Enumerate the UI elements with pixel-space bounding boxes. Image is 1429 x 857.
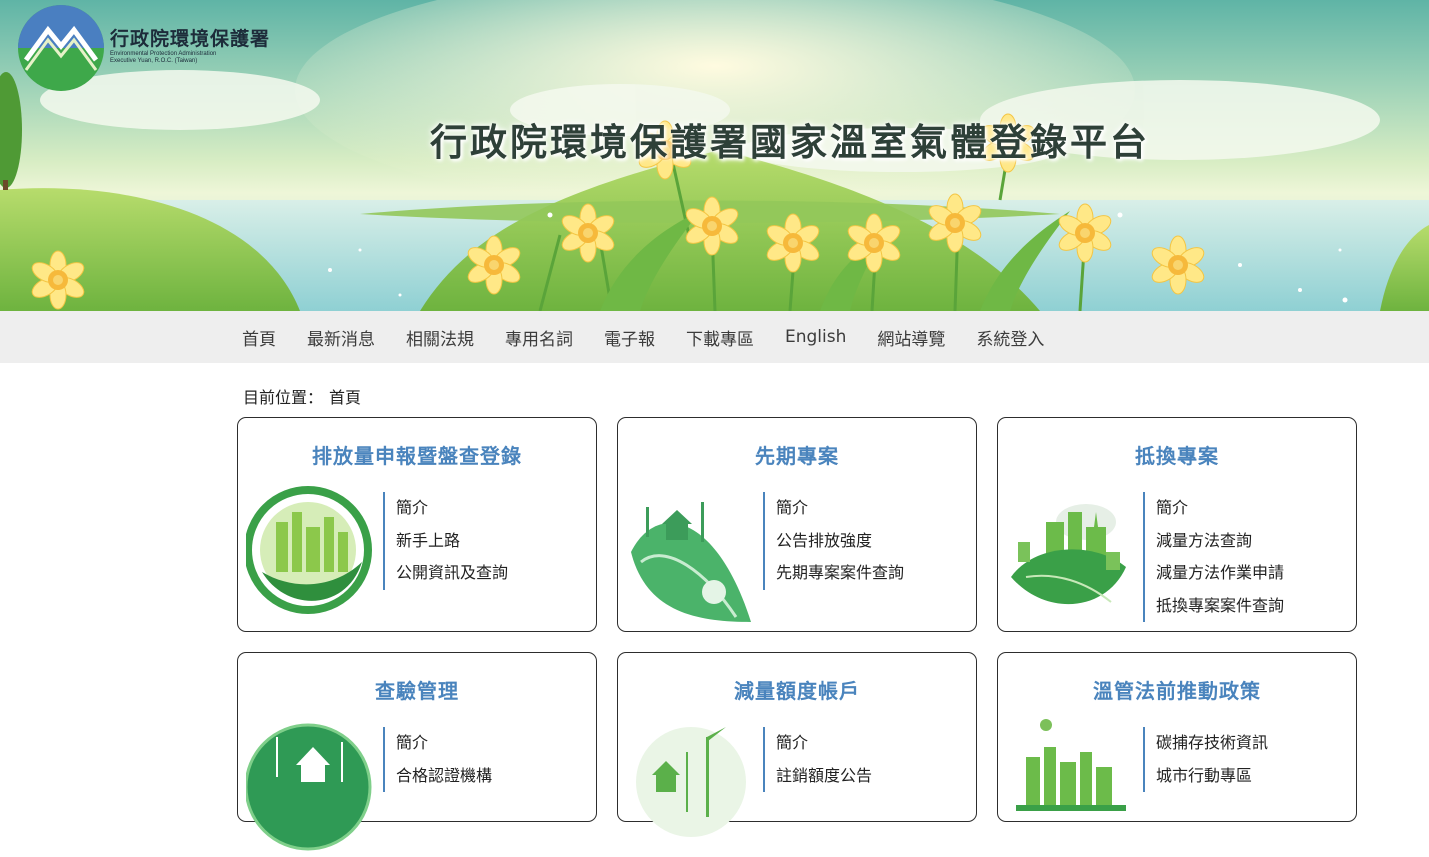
nav-item-sitemap[interactable]: 網站導覽 — [877, 325, 945, 350]
link-intro[interactable]: 簡介 — [1156, 492, 1284, 525]
eco-leaf-recycle-icon — [631, 502, 751, 622]
link-early-project-search[interactable]: 先期專案案件查詢 — [776, 557, 904, 590]
nav-item-glossary[interactable]: 專用名詞 — [505, 325, 573, 350]
link-accredited-bodies[interactable]: 合格認證機構 — [396, 760, 492, 793]
link-emission-intensity[interactable]: 公告排放強度 — [776, 525, 904, 558]
header-banner: 行政院環境保護署 Environmental Protection Admini… — [0, 0, 1429, 311]
card-verification-management: 查驗管理 簡介 合格認證機構 — [237, 652, 597, 851]
card-title[interactable]: 溫管法前推動政策 — [998, 675, 1356, 704]
nav-item-login[interactable]: 系統登入 — [976, 325, 1044, 350]
nav-item-regulations[interactable]: 相關法規 — [406, 325, 474, 350]
card-early-action-projects: 先期專案 簡介 公告排放強度 先期專案案件查詢 — [617, 417, 977, 632]
link-city-action[interactable]: 城市行動專區 — [1156, 760, 1268, 793]
logo-english-line2: Executive Yuan, R.O.C. (Taiwan) — [110, 57, 198, 64]
eco-globe-windmill-icon — [246, 723, 372, 851]
card-link-list: 簡介 新手上路 公開資訊及查詢 — [383, 492, 508, 590]
card-offset-projects: 抵換專案 簡介 減量方法查詢 減量方法作業申請 抵換專案案件查詢 — [997, 417, 1357, 632]
link-ccs-info[interactable]: 碳捕存技術資訊 — [1156, 727, 1268, 760]
eco-city-skyline-icon — [1016, 719, 1126, 811]
link-offset-project-search[interactable]: 抵換專案案件查詢 — [1156, 590, 1284, 623]
eco-city-globe-icon — [246, 486, 372, 614]
nav-item-newsletter[interactable]: 電子報 — [604, 325, 655, 350]
link-public-info[interactable]: 公開資訊及查詢 — [396, 557, 508, 590]
logo-chinese-name: 行政院環境保護署 — [110, 27, 271, 50]
eco-houses-leaf-icon — [1011, 504, 1126, 605]
nav-item-news[interactable]: 最新消息 — [307, 325, 375, 350]
card-link-list: 簡介 減量方法查詢 減量方法作業申請 抵換專案案件查詢 — [1143, 492, 1284, 622]
breadcrumb-label: 目前位置： — [243, 388, 324, 407]
epa-logo[interactable]: 行政院環境保護署 Environmental Protection Admini… — [16, 4, 270, 92]
site-title: 行政院環境保護署國家溫室氣體登錄平台 — [430, 121, 1150, 164]
nav-item-home[interactable]: 首頁 — [242, 325, 276, 350]
link-methodology-application[interactable]: 減量方法作業申請 — [1156, 557, 1284, 590]
card-title[interactable]: 查驗管理 — [238, 675, 596, 704]
breadcrumb: 目前位置： 首頁 — [243, 384, 361, 408]
card-title[interactable]: 抵換專案 — [998, 440, 1356, 469]
card-title[interactable]: 減量額度帳戶 — [618, 675, 976, 704]
card-pre-act-policies: 溫管法前推動政策 碳捕存技術資訊 城市行動專區 — [997, 652, 1357, 822]
card-link-list: 簡介 註銷額度公告 — [763, 727, 872, 792]
link-intro[interactable]: 簡介 — [396, 727, 492, 760]
card-title[interactable]: 先期專案 — [618, 440, 976, 469]
link-credit-retirement[interactable]: 註銷額度公告 — [776, 760, 872, 793]
card-emission-reporting: 排放量申報暨盤查登錄 簡介 新手上路 公開資訊及查詢 — [237, 417, 597, 632]
main-nav: 首頁 最新消息 相關法規 專用名詞 電子報 下載專區 English 網站導覽 … — [0, 311, 1429, 363]
card-link-list: 簡介 合格認證機構 — [383, 727, 492, 792]
link-methodology-search[interactable]: 減量方法查詢 — [1156, 525, 1284, 558]
card-link-list: 簡介 公告排放強度 先期專案案件查詢 — [763, 492, 904, 590]
eco-wind-turbine-icon — [636, 727, 746, 837]
link-intro[interactable]: 簡介 — [396, 492, 508, 525]
card-reduction-credit-account: 減量額度帳戶 簡介 註銷額度公告 — [617, 652, 977, 837]
nav-item-english[interactable]: English — [785, 327, 846, 347]
epa-emblem-icon — [18, 5, 104, 91]
logo-english-line1: Environmental Protection Administration — [110, 50, 217, 57]
nav-item-downloads[interactable]: 下載專區 — [686, 325, 754, 350]
card-link-list: 碳捕存技術資訊 城市行動專區 — [1143, 727, 1268, 792]
breadcrumb-current[interactable]: 首頁 — [329, 388, 361, 407]
link-intro[interactable]: 簡介 — [776, 492, 904, 525]
link-getting-started[interactable]: 新手上路 — [396, 525, 508, 558]
link-intro[interactable]: 簡介 — [776, 727, 872, 760]
card-title[interactable]: 排放量申報暨盤查登錄 — [238, 440, 596, 469]
